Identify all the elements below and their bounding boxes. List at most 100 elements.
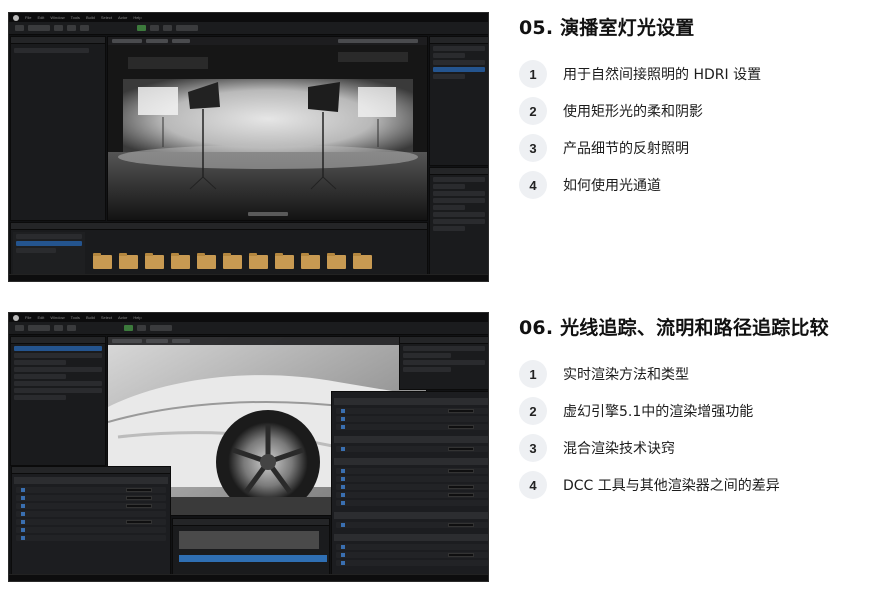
checkbox[interactable] [341,553,345,557]
checkbox[interactable] [341,485,345,489]
timeline-track[interactable] [179,555,327,562]
checkbox[interactable] [341,425,345,429]
play-button[interactable] [137,25,146,31]
property-row[interactable] [336,552,488,558]
checkbox[interactable] [341,545,345,549]
checkbox[interactable] [21,512,25,516]
rendering-features-tab[interactable] [12,467,170,474]
value-field[interactable] [126,520,152,524]
menu-tools[interactable]: Tools [71,15,80,20]
level-viewport[interactable] [107,36,428,221]
checkbox[interactable] [341,469,345,473]
property-row[interactable] [336,476,488,482]
outliner-row[interactable] [14,367,102,372]
checkbox[interactable] [341,417,345,421]
menu-help[interactable]: Help [133,315,141,320]
outliner-row[interactable] [14,381,102,386]
detail-row[interactable] [433,219,485,224]
menu-actor[interactable]: Actor [118,315,127,320]
section-header[interactable] [334,436,488,443]
section-header[interactable] [14,477,168,484]
add-actor-button[interactable] [54,25,63,31]
detail-row[interactable] [433,226,465,231]
value-field[interactable] [126,504,152,508]
menu-help[interactable]: Help [133,15,141,20]
menu-window[interactable]: Window [50,15,64,20]
checkbox[interactable] [21,536,25,540]
menu-select[interactable]: Select [101,315,112,320]
lit-mode-button[interactable] [172,39,190,43]
outliner-tab[interactable] [11,337,105,344]
property-row[interactable] [336,446,488,452]
outliner-row-selected[interactable] [14,346,102,351]
checkbox[interactable] [21,496,25,500]
outliner-row[interactable] [403,346,485,351]
outliner-row[interactable] [14,395,66,400]
value-field[interactable] [448,493,474,497]
property-row[interactable] [336,468,488,474]
cinematics-button[interactable] [80,25,89,31]
menu-build[interactable]: Build [86,15,95,20]
checkbox[interactable] [21,528,25,532]
checkbox[interactable] [21,520,25,524]
menu-select[interactable]: Select [101,15,112,20]
outliner-row[interactable] [433,53,465,58]
sequencer-tab[interactable] [173,519,329,526]
property-row[interactable] [16,495,166,501]
checkbox[interactable] [341,409,345,413]
detail-row[interactable] [433,198,485,203]
folder-icon[interactable] [145,253,164,269]
value-field[interactable] [448,447,474,451]
property-row[interactable] [16,527,166,533]
content-browser-tabs[interactable] [11,223,427,230]
property-row[interactable] [336,484,488,490]
outliner-row[interactable] [403,353,452,358]
checkbox[interactable] [341,493,345,497]
value-field[interactable] [448,469,474,473]
detail-row[interactable] [433,205,465,210]
property-row[interactable] [336,492,488,498]
panel-tab[interactable] [11,37,105,44]
section-header[interactable] [334,512,488,519]
checkbox[interactable] [341,561,345,565]
sequencer-playback-controls[interactable] [248,212,288,216]
folder-icon[interactable] [275,253,294,269]
value-field[interactable] [448,425,474,429]
outliner-tab[interactable] [430,37,488,44]
property-row[interactable] [336,408,488,414]
property-row[interactable] [16,503,166,509]
viewport-options-button[interactable] [112,39,142,43]
snap-settings[interactable] [338,39,418,43]
perspective-button[interactable] [146,39,168,43]
save-button[interactable] [15,25,24,31]
perspective-button[interactable] [146,339,168,343]
value-field[interactable] [448,523,474,527]
outliner-row[interactable] [433,60,485,65]
platforms-dropdown[interactable] [176,25,198,31]
tree-item[interactable] [16,234,82,239]
property-row[interactable] [16,511,166,517]
property-row[interactable] [336,522,488,528]
detail-row[interactable] [433,191,485,196]
menu-edit[interactable]: Edit [37,315,44,320]
folder-icon[interactable] [249,253,268,269]
stop-button[interactable] [163,25,172,31]
blueprint-button[interactable] [67,325,76,331]
property-row[interactable] [336,416,488,422]
detail-row[interactable] [433,177,485,182]
section-header[interactable] [334,458,488,465]
checkbox[interactable] [21,488,25,492]
pause-button[interactable] [137,325,146,331]
outliner-row[interactable] [14,360,66,365]
menu-build[interactable]: Build [86,315,95,320]
checkbox[interactable] [21,504,25,508]
outliner-row[interactable] [14,388,102,393]
play-button[interactable] [124,325,133,331]
outliner-row[interactable] [403,360,485,365]
folder-icon[interactable] [223,253,242,269]
value-field[interactable] [126,488,152,492]
checkbox[interactable] [341,501,345,505]
checkbox[interactable] [341,477,345,481]
outliner-row[interactable] [433,74,465,79]
tree-item-selected[interactable] [16,241,82,246]
